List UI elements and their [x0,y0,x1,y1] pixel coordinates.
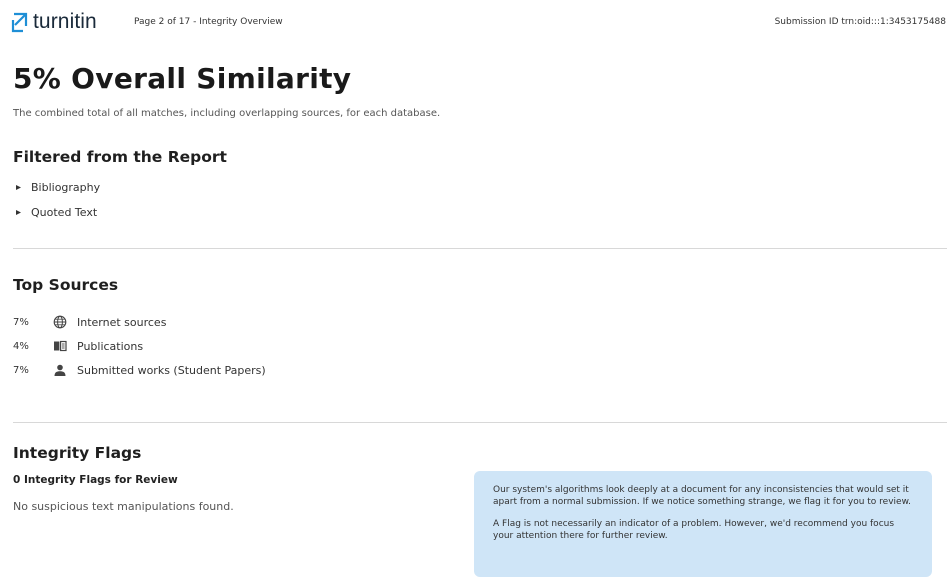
page-subtitle: The combined total of all matches, inclu… [13,108,441,119]
filtered-item-label: Bibliography [31,181,101,194]
person-icon [53,363,67,377]
source-label: Internet sources [77,315,167,329]
source-row-publications: 4% Publications [13,339,143,353]
globe-icon [53,315,67,329]
source-label: Submitted works (Student Papers) [77,363,266,377]
turnitin-logo: turnitin [11,10,97,34]
page-title: 5% Overall Similarity [13,62,352,95]
source-percent: 7% [13,364,29,376]
source-percent: 7% [13,316,29,328]
page-info: Page 2 of 17 - Integrity Overview [134,17,283,27]
source-label: Publications [77,339,144,353]
integrity-flags-status: No suspicious text manipulations found. [13,500,234,513]
logo-text: turnitin [33,10,97,33]
turnitin-logo-icon [11,12,28,33]
integrity-flags-count: 0 Integrity Flags for Review [13,474,178,486]
info-paragraph: A Flag is not necessarily an indicator o… [493,519,895,541]
bullet-icon [16,210,21,215]
integrity-flags-heading: Integrity Flags [13,444,142,462]
integrity-info-box: Our system's algorithms look deeply at a… [474,471,932,577]
info-paragraph: Our system's algorithms look deeply at a… [493,485,911,507]
bullet-icon [16,185,21,190]
filtered-item: Bibliography [16,181,100,194]
filtered-item: Quoted Text [16,206,97,219]
divider [13,248,947,249]
book-icon [53,339,67,353]
top-sources-heading: Top Sources [13,276,119,294]
divider [13,422,947,423]
source-row-internet: 7% Internet sources [13,315,166,329]
source-percent: 4% [13,340,29,352]
filtered-item-label: Quoted Text [31,206,98,219]
filtered-heading: Filtered from the Report [13,148,227,166]
source-row-student-papers: 7% Submitted works (Student Papers) [13,363,266,377]
submission-id: Submission ID trn:oid:::1:3453175488 [774,17,946,27]
